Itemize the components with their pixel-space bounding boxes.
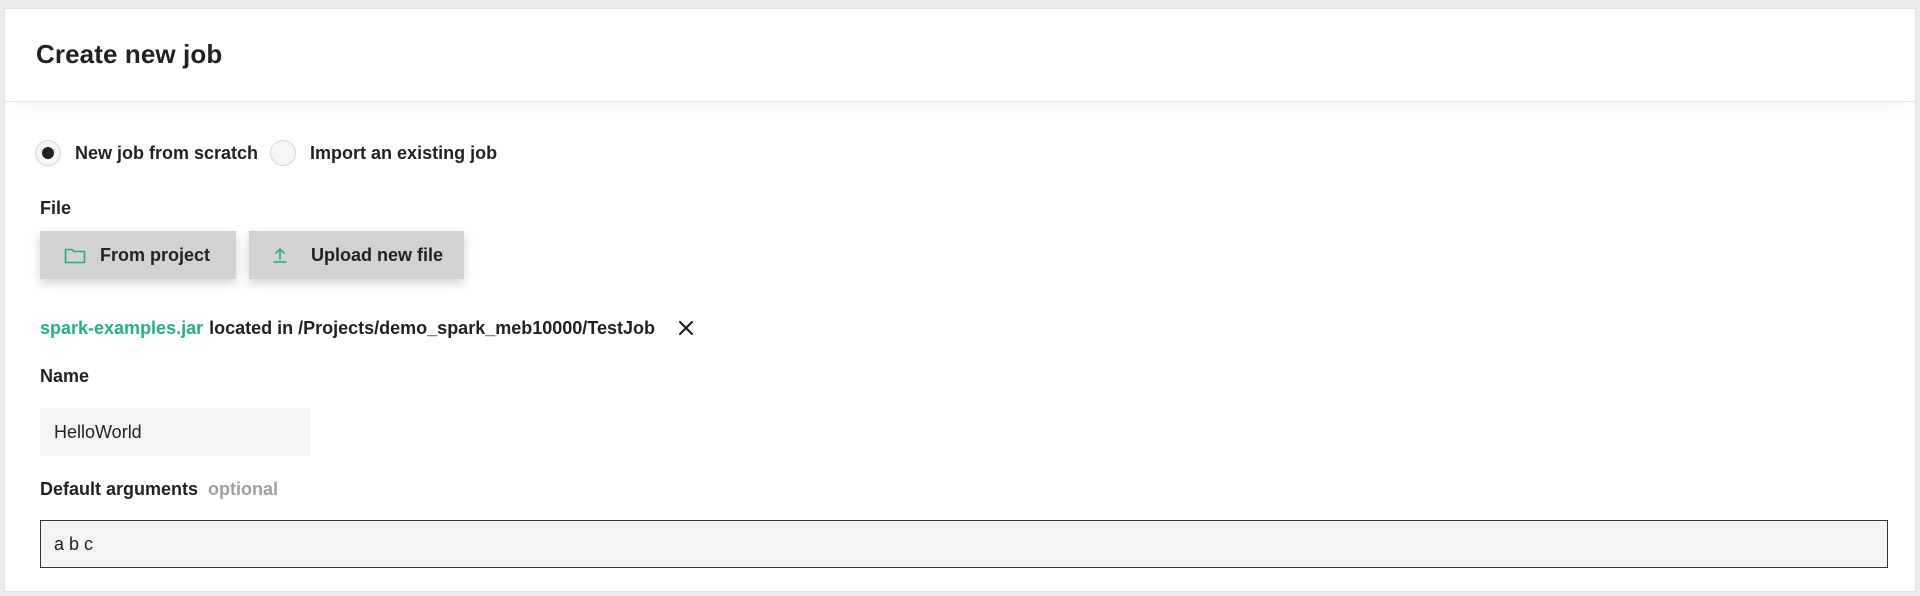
name-label: Name <box>40 366 90 386</box>
upload-new-file-button[interactable]: Upload new file <box>249 231 464 279</box>
radio-label-import-job: Import an existing job <box>310 142 498 163</box>
from-project-label: From project <box>100 244 211 265</box>
radio-button-unselected[interactable] <box>270 140 297 166</box>
selected-file-location: located in /Projects/demo_spark_meb10000… <box>209 317 655 338</box>
job-source-radio-group: New job from scratch Import an existing … <box>35 138 509 168</box>
radio-button-selected[interactable] <box>35 140 61 166</box>
panel-header: Create new job <box>5 9 1915 102</box>
create-job-panel: Create new job New job from scratch Impo… <box>4 8 1916 592</box>
selected-file-name[interactable]: spark-examples.jar <box>40 318 203 339</box>
upload-icon <box>269 244 291 266</box>
default-arguments-input[interactable] <box>40 520 1888 568</box>
job-name-input[interactable] <box>40 408 310 456</box>
selected-file-info: spark-examples.jar located in /Projects/… <box>40 314 697 342</box>
radio-new-job-from-scratch[interactable]: New job from scratch <box>35 140 258 166</box>
from-project-button[interactable]: From project <box>40 231 236 279</box>
page-title: Create new job <box>36 39 223 69</box>
folder-icon <box>64 244 86 266</box>
radio-import-existing-job[interactable]: Import an existing job <box>270 140 497 166</box>
file-label: File <box>40 198 72 218</box>
default-arguments-label-text: Default arguments <box>40 479 199 499</box>
optional-tag: optional <box>208 479 279 499</box>
radio-selected-dot <box>42 147 54 159</box>
upload-new-file-label: Upload new file <box>311 244 444 265</box>
default-arguments-label: Default arguments optional <box>40 479 278 500</box>
close-icon[interactable] <box>675 317 697 339</box>
radio-label-new-job: New job from scratch <box>75 142 259 163</box>
